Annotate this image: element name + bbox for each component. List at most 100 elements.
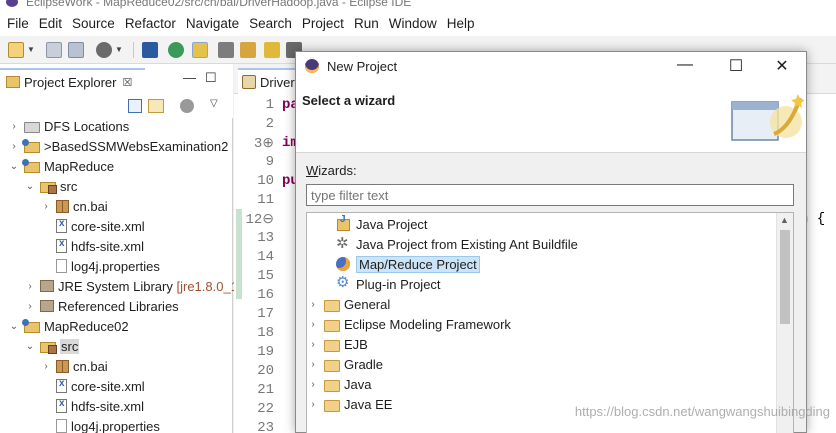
scroll-up-icon[interactable]: ▲ <box>780 215 789 225</box>
chevron-down-icon[interactable]: ⌄ <box>8 321 20 332</box>
close-button[interactable]: ✕ <box>772 56 792 76</box>
tree-item-file[interactable]: log4j.properties <box>52 256 160 276</box>
chevron-right-icon[interactable]: › <box>307 299 319 310</box>
wizard-scrollbar[interactable]: ▲ <box>776 213 793 433</box>
chevron-down-icon[interactable]: ⌄ <box>24 341 36 352</box>
xml-file-icon <box>56 238 67 253</box>
view-menu-icon[interactable]: ▽ <box>210 98 218 109</box>
library-icon <box>40 280 54 292</box>
window-title: EclipseWork - MapReduce02/src/cn/bai/Dri… <box>26 0 412 9</box>
explorer-toolbar: ▽ <box>0 94 233 118</box>
debug-icon[interactable] <box>264 42 280 58</box>
wizard-category-emf[interactable]: › Eclipse Modeling Framework <box>307 314 511 334</box>
save-icon[interactable] <box>46 42 62 58</box>
chevron-down-icon[interactable]: ▼ <box>115 45 123 54</box>
link-editor-icon[interactable] <box>148 99 164 113</box>
wizard-java-ant[interactable]: Java Project from Existing Ant Buildfile <box>319 234 578 254</box>
eclipse-icon <box>6 0 18 7</box>
menu-edit[interactable]: Edit <box>34 16 67 31</box>
tree-item-jre[interactable]: › JRE System Library [jre1.8.0_1 <box>24 276 238 296</box>
wizard-mapreduce-project[interactable]: Map/Reduce Project <box>319 254 480 274</box>
menu-file[interactable]: File <box>2 16 34 31</box>
project-icon <box>22 138 40 153</box>
wizard-category-java[interactable]: › Java <box>307 374 371 394</box>
chevron-right-icon[interactable]: › <box>8 121 20 132</box>
chevron-right-icon[interactable]: › <box>40 201 52 212</box>
tree-item-file[interactable]: core-site.xml <box>52 216 145 236</box>
chevron-right-icon[interactable]: › <box>24 281 36 292</box>
menu-help[interactable]: Help <box>442 16 480 31</box>
save-all-icon[interactable] <box>68 42 84 58</box>
tree-item-file[interactable]: hdfs-site.xml <box>52 236 144 256</box>
terminal-icon[interactable] <box>142 42 158 58</box>
wizard-category-gradle[interactable]: › Gradle <box>307 354 383 374</box>
menu-bar: File Edit Source Refactor Navigate Searc… <box>0 10 836 36</box>
wizard-category-ejb[interactable]: › EJB <box>307 334 368 354</box>
tree-item-file[interactable]: hdfs-site.xml <box>52 396 144 416</box>
tree-item-referenced-libraries[interactable]: › Referenced Libraries <box>24 296 178 316</box>
close-icon[interactable]: ☒ <box>122 76 132 89</box>
explorer-tabbar: Project Explorer ☒ — ☐ <box>0 64 233 94</box>
wizard-category-general[interactable]: › General <box>307 294 390 314</box>
wizards-label: Wizards: <box>306 163 357 178</box>
wizard-label: Plug-in Project <box>356 276 441 292</box>
pen-icon[interactable] <box>192 42 208 58</box>
window-titlebar: EclipseWork - MapReduce02/src/cn/bai/Dri… <box>0 0 836 10</box>
chevron-down-icon[interactable]: ▼ <box>27 45 35 54</box>
folder-icon <box>323 297 340 312</box>
chevron-right-icon[interactable]: › <box>24 301 36 312</box>
menu-project[interactable]: Project <box>297 16 349 31</box>
tree-item-mapreduce02[interactable]: ⌄ MapReduce02 <box>8 316 129 336</box>
line-number: 15 <box>257 268 274 284</box>
dialog-titlebar[interactable]: New Project — ☐ ✕ <box>296 52 806 80</box>
toolbar-separator <box>133 42 134 58</box>
menu-source[interactable]: Source <box>67 16 120 31</box>
maximize-button[interactable]: ☐ <box>726 56 746 76</box>
skip-icon[interactable] <box>218 42 234 58</box>
line-number: 21 <box>257 382 274 398</box>
collapse-all-icon[interactable] <box>128 99 142 113</box>
maximize-icon[interactable]: ☐ <box>205 70 217 86</box>
tree-item-package[interactable]: › cn.bai <box>40 196 107 216</box>
chevron-right-icon[interactable]: › <box>307 339 319 350</box>
chevron-right-icon[interactable]: › <box>307 379 319 390</box>
menu-refactor[interactable]: Refactor <box>120 16 181 31</box>
chevron-right-icon[interactable]: › <box>307 399 319 410</box>
tree-label: core-site.xml <box>71 378 145 394</box>
chevron-down-icon[interactable]: ⌄ <box>24 181 36 192</box>
open-type-icon[interactable] <box>240 42 256 58</box>
scrollbar-thumb[interactable] <box>780 230 790 324</box>
tree-item-file[interactable]: core-site.xml <box>52 376 145 396</box>
menu-navigate[interactable]: Navigate <box>181 16 244 31</box>
wizard-label: Java Project <box>356 216 428 232</box>
menu-window[interactable]: Window <box>384 16 442 31</box>
chevron-right-icon[interactable]: › <box>307 359 319 370</box>
menu-run[interactable]: Run <box>349 16 384 31</box>
minimize-icon[interactable]: — <box>183 70 196 85</box>
menu-search[interactable]: Search <box>244 16 297 31</box>
properties-icon[interactable] <box>96 42 112 58</box>
filter-input[interactable] <box>306 184 794 206</box>
chevron-right-icon[interactable]: › <box>307 319 319 330</box>
chevron-right-icon[interactable]: › <box>40 361 52 372</box>
java-project-icon <box>335 214 351 231</box>
tree-item-dfs-locations[interactable]: › DFS Locations <box>8 116 129 136</box>
tab-project-explorer[interactable]: Project Explorer ☒ <box>0 68 145 94</box>
chevron-down-icon[interactable]: ⌄ <box>8 161 20 172</box>
tree-item-basedssm[interactable]: › > BasedSSMWebsExamination2 <box>8 136 228 156</box>
wizard-category-javaee[interactable]: › Java EE <box>307 394 392 414</box>
tree-item-file[interactable]: log4j.properties <box>52 416 160 433</box>
minimize-button[interactable]: — <box>675 56 695 74</box>
filter-icon[interactable] <box>180 99 194 113</box>
wizard-java-project[interactable]: Java Project <box>319 214 428 234</box>
xml-file-icon <box>56 378 67 393</box>
tree-item-src[interactable]: ⌄ src <box>24 176 77 196</box>
new-icon[interactable] <box>8 42 24 58</box>
search-icon[interactable] <box>168 42 184 58</box>
chevron-right-icon[interactable]: › <box>8 141 20 152</box>
wizard-plugin-project[interactable]: Plug-in Project <box>319 273 441 294</box>
tree-item-src-selected[interactable]: ⌄ src <box>24 336 80 356</box>
line-number: 23 <box>257 420 274 433</box>
tree-item-mapreduce[interactable]: ⌄ MapReduce <box>8 156 114 176</box>
tree-item-package[interactable]: › cn.bai <box>40 356 107 376</box>
